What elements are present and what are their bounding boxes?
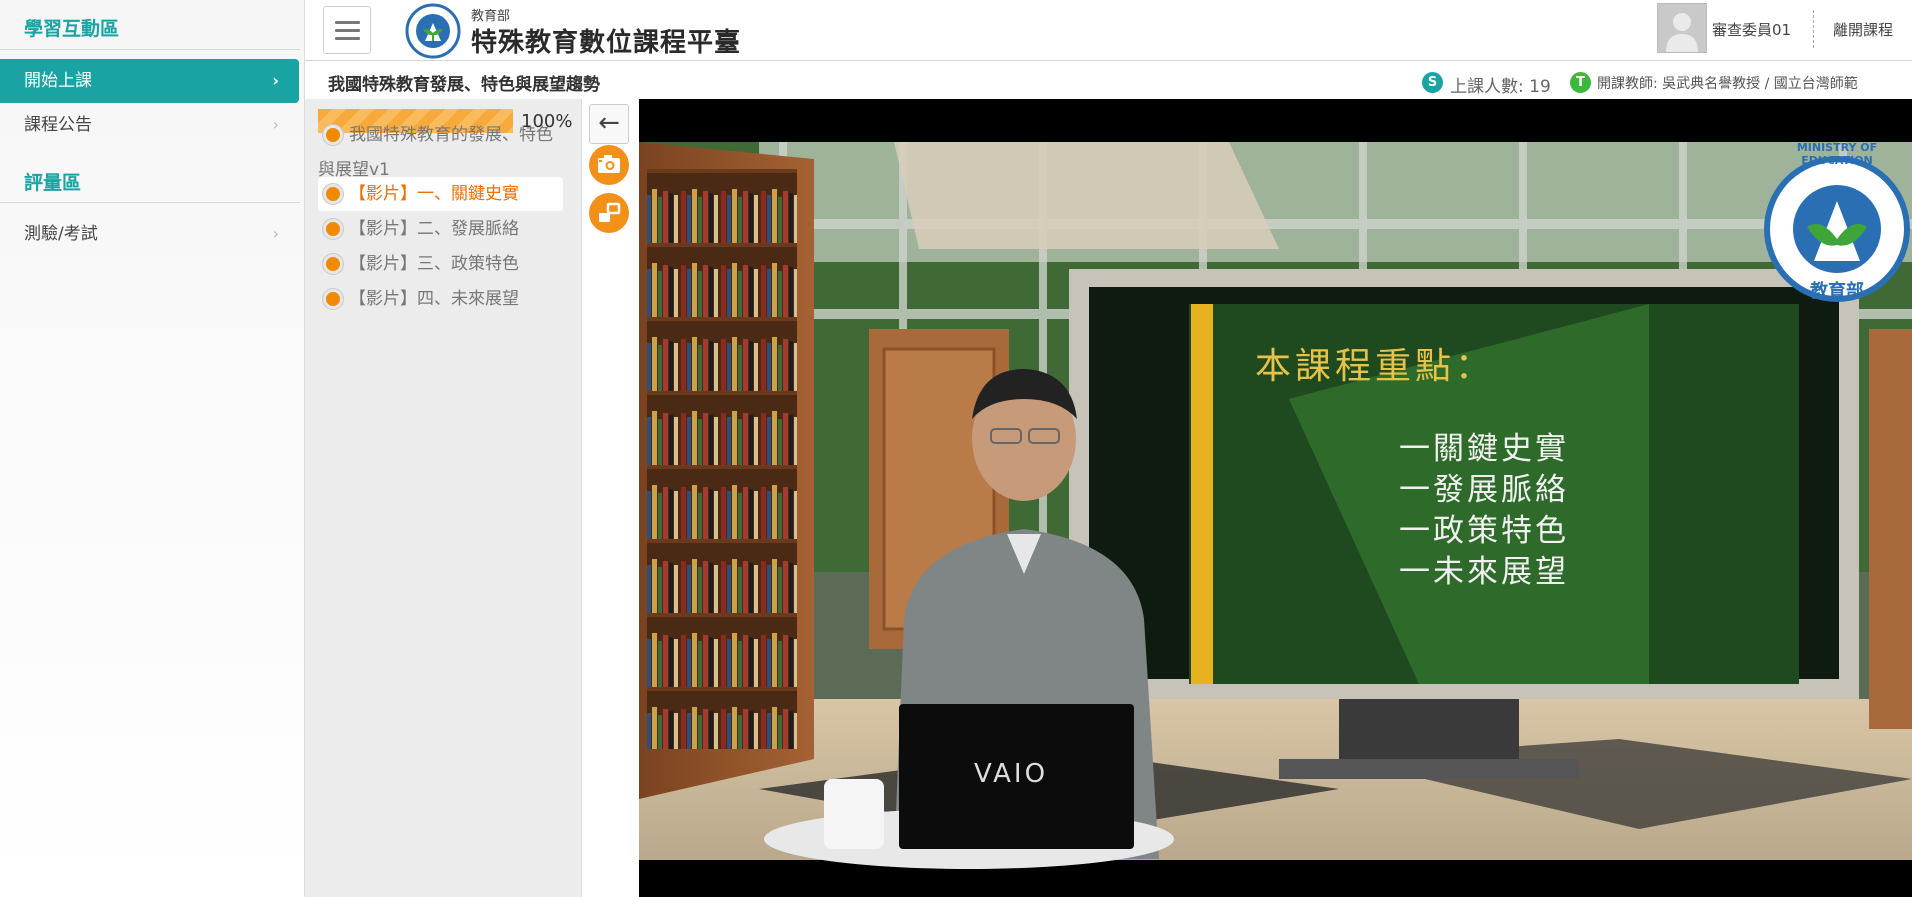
back-arrow-button[interactable]: ←	[589, 104, 629, 144]
user-icon	[1666, 13, 1698, 52]
emblem-bottom-text: 教育部	[1810, 281, 1864, 302]
student-badge-icon: S	[1422, 72, 1443, 93]
laptop-brand: VAIO	[974, 759, 1049, 789]
divider	[0, 49, 300, 50]
user-name[interactable]: 審查委員01	[1712, 19, 1791, 40]
chapter-bullet-icon	[323, 184, 343, 204]
sidebar-item-label: 課程公告	[24, 115, 92, 135]
sidebar-item-exam[interactable]: 測驗/考試 ›	[0, 212, 299, 256]
sidebar-item-announcements[interactable]: 課程公告 ›	[0, 103, 299, 147]
board-item: 一政策特色	[1399, 513, 1569, 549]
board-title: 本課程重點：	[1255, 346, 1496, 387]
chevron-right-icon: ›	[272, 224, 279, 243]
emblem-text: MINISTRY OF EDUCATION	[1796, 141, 1878, 167]
board-list: 一關鍵史實 一發展脈絡 一政策特色 一未來展望	[1399, 429, 1569, 593]
popout-button[interactable]	[589, 193, 629, 233]
chapter-item[interactable]: 【影片】三、政策特色	[318, 247, 563, 281]
chapter-title: 【影片】一、關鍵史實	[349, 184, 519, 204]
leave-course-link[interactable]: 離開課程	[1833, 19, 1893, 40]
snapshot-button[interactable]	[589, 145, 629, 185]
section-title-assessment: 評量區	[24, 172, 82, 194]
popout-icon	[599, 202, 621, 222]
chevron-right-icon: ›	[272, 115, 279, 134]
chapter-item-active[interactable]: 【影片】一、關鍵史實	[318, 177, 563, 211]
sidebar: 學習互動區 開始上課 › 課程公告 › 評量區 測驗/考試 ›	[0, 0, 305, 897]
sidebar-item-label: 開始上課	[24, 71, 92, 91]
chapter-title: 我國特殊教育的發展、特色與展望v1	[318, 125, 553, 180]
chapter-panel: 100% 我國特殊教育的發展、特色與展望v1 【影片】一、關鍵史實 【影片】二、…	[305, 99, 582, 897]
site-title: 特殊教育數位課程平臺	[471, 28, 742, 58]
chapter-bullet-icon	[323, 219, 343, 239]
chapter-item[interactable]: 【影片】二、發展脈絡	[318, 212, 563, 246]
hamburger-menu-button[interactable]	[323, 6, 371, 54]
ministry-logo-icon	[405, 3, 461, 59]
chapter-item[interactable]: 【影片】四、未來展望	[318, 282, 563, 316]
teacher-info: 開課教師: 吳武典名譽教授 / 國立台灣師範	[1597, 76, 1858, 92]
chevron-right-icon: ›	[272, 71, 279, 90]
sidebar-item-start-class[interactable]: 開始上課 ›	[0, 59, 299, 103]
chapter-bullet-icon	[323, 254, 343, 274]
video-frame	[639, 142, 1912, 869]
student-count: 上課人數: 19	[1450, 77, 1551, 97]
divider	[0, 202, 300, 203]
sidebar-item-label: 測驗/考試	[24, 224, 98, 244]
video-player[interactable]: 本課程重點： 一關鍵史實 一發展脈絡 一政策特色 一未來展望 MINISTRY …	[639, 99, 1912, 897]
chapter-title: 【影片】四、未來展望	[349, 289, 519, 309]
course-header: 我國特殊教育發展、特色與展望趨勢 S 上課人數: 19 T 開課教師: 吳武典名…	[305, 61, 1912, 99]
avatar[interactable]	[1657, 3, 1707, 53]
course-title: 我國特殊教育發展、特色與展望趨勢	[328, 75, 600, 95]
teacher-badge-icon: T	[1570, 72, 1591, 93]
tool-column: ←	[583, 99, 639, 897]
chapter-bullet-icon	[323, 289, 343, 309]
chapter-title: 【影片】二、發展脈絡	[349, 219, 519, 239]
chapter-bullet-icon	[323, 125, 343, 145]
board-item: 一關鍵史實	[1399, 431, 1569, 467]
divider	[1813, 10, 1814, 48]
board-item: 一發展脈絡	[1399, 472, 1569, 508]
top-header: 教育部 特殊教育數位課程平臺 審查委員01 離開課程	[305, 0, 1912, 61]
section-title-interaction: 學習互動區	[24, 18, 120, 40]
chapter-title: 【影片】三、政策特色	[349, 254, 519, 274]
camera-icon	[598, 155, 620, 173]
board-item: 一未來展望	[1399, 554, 1569, 590]
